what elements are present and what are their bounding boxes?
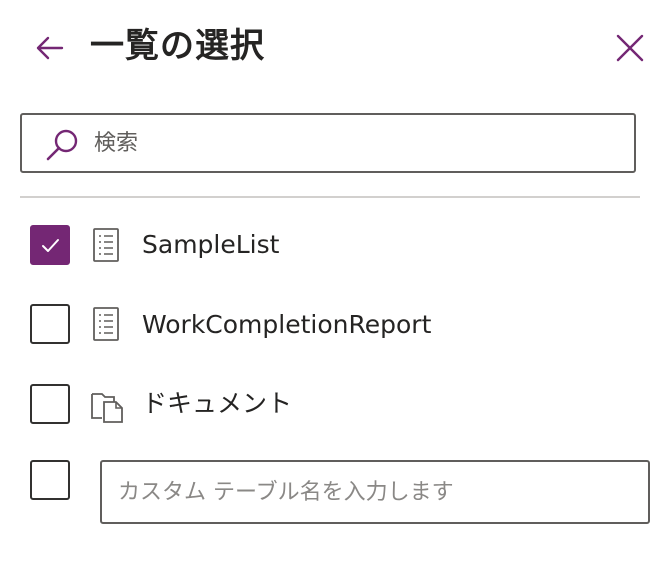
page-title: 一覧の選択: [90, 26, 265, 66]
close-button[interactable]: [610, 28, 650, 68]
custom-table-name-input[interactable]: [100, 460, 650, 524]
item-checkbox[interactable]: [30, 304, 70, 344]
search-input[interactable]: [94, 123, 614, 163]
close-icon: [616, 34, 644, 62]
select-list-panel: 一覧の選択 SampleList: [0, 0, 662, 578]
back-button[interactable]: [30, 28, 70, 68]
list-item[interactable]: WorkCompletionReport: [0, 290, 662, 360]
list-icon: [93, 228, 119, 262]
document-library-icon: [91, 393, 123, 423]
list-item[interactable]: SampleList: [0, 210, 662, 280]
item-checkbox[interactable]: [30, 225, 70, 265]
arrow-left-icon: [36, 36, 64, 60]
search-box: [20, 113, 636, 173]
panel-header: 一覧の選択: [0, 0, 662, 96]
item-checkbox[interactable]: [30, 384, 70, 424]
list-icon: [93, 307, 119, 341]
divider: [20, 196, 640, 198]
list-item[interactable]: ドキュメント: [0, 370, 662, 440]
item-label: WorkCompletionReport: [142, 310, 432, 339]
checkmark-icon: [42, 239, 59, 252]
search-icon: [46, 129, 78, 161]
item-label: ドキュメント: [142, 389, 293, 418]
item-label: SampleList: [142, 230, 280, 259]
custom-table-checkbox[interactable]: [30, 460, 70, 500]
